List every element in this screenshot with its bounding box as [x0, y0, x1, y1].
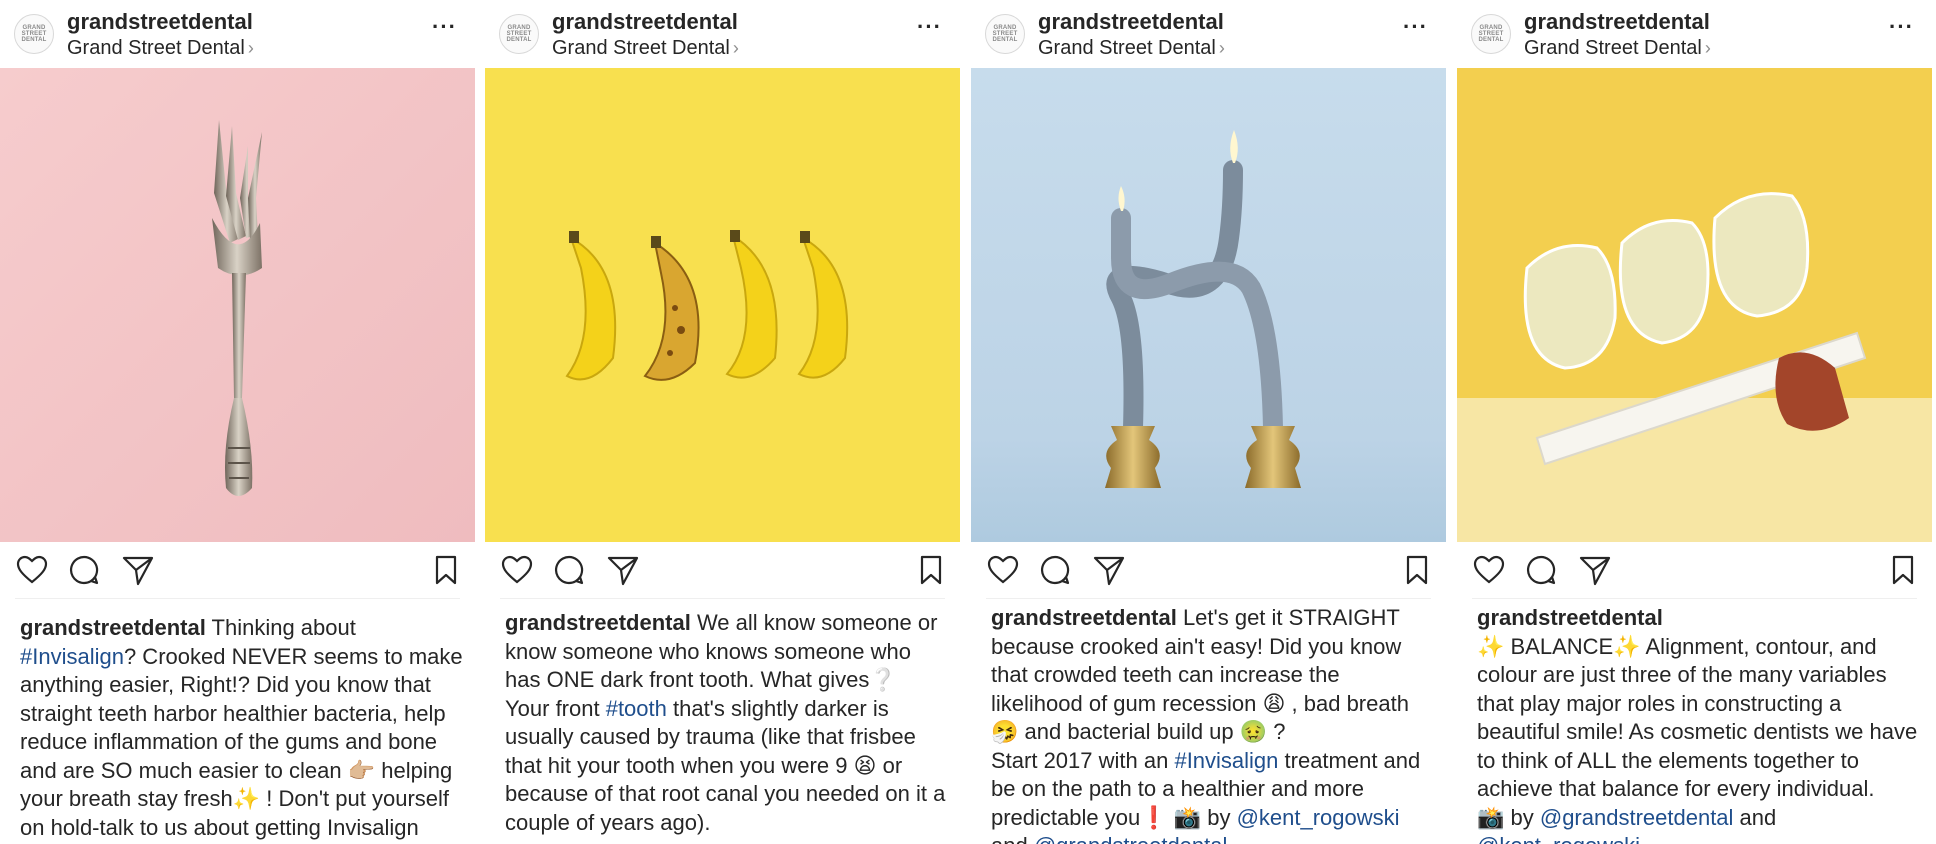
caption-text: Thinking about: [205, 615, 356, 640]
hashtag-link[interactable]: #tooth: [606, 696, 667, 721]
bookmark-icon[interactable]: [1399, 552, 1435, 588]
comment-icon[interactable]: [551, 552, 587, 588]
chevron-right-icon: ›: [1218, 38, 1225, 58]
avatar[interactable]: GRAND STREET DENTAL: [14, 14, 54, 54]
caption-username[interactable]: grandstreetdental: [20, 615, 206, 640]
divider: [1472, 598, 1917, 599]
post-header: GRAND STREET DENTAL grandstreetdental Gr…: [1457, 0, 1932, 68]
post-header: GRAND STREET DENTAL grandstreetdental Gr…: [485, 0, 960, 68]
avatar-logo-text: GRAND STREET DENTAL: [1478, 25, 1504, 43]
hashtag-link[interactable]: #Invisalign: [1174, 748, 1278, 773]
mention-link[interactable]: @kent_rogowski: [1237, 805, 1400, 830]
more-icon[interactable]: ···: [917, 14, 942, 40]
post-header: GRAND STREET DENTAL grandstreetdental Gr…: [971, 0, 1446, 68]
post-3: GRAND STREET DENTAL grandstreetdental Gr…: [971, 0, 1446, 844]
location-label: Grand Street Dental: [1038, 37, 1216, 59]
location-link[interactable]: Grand Street Dental ›: [67, 37, 254, 60]
post-caption: grandstreetdental Let's get it STRAIGHT …: [991, 604, 1436, 844]
location-link[interactable]: Grand Street Dental ›: [552, 37, 739, 60]
share-icon[interactable]: [1577, 552, 1613, 588]
chevron-right-icon: ›: [732, 38, 739, 58]
username[interactable]: grandstreetdental: [552, 9, 738, 35]
avatar-logo-text: GRAND STREET DENTAL: [506, 25, 532, 43]
action-bar: [485, 552, 960, 592]
more-icon[interactable]: ···: [1889, 14, 1914, 40]
avatar[interactable]: GRAND STREET DENTAL: [985, 14, 1025, 54]
location-label: Grand Street Dental: [552, 37, 730, 59]
post-caption: grandstreetdental ✨ BALANCE✨ Alignment, c…: [1477, 604, 1922, 844]
mention-link[interactable]: @kent_rogowski: [1477, 833, 1640, 844]
avatar-logo-text: GRAND STREET DENTAL: [992, 25, 1018, 43]
post-caption: grandstreetdental We all know someone or…: [505, 609, 950, 837]
divider: [500, 598, 945, 599]
caption-username[interactable]: grandstreetdental: [1477, 605, 1663, 630]
caption-text: ✨ BALANCE✨ Alignment, contour, and colou…: [1477, 633, 1918, 802]
location-link[interactable]: Grand Street Dental ›: [1038, 37, 1225, 60]
glasses-photo: [1457, 68, 1932, 542]
post-photo[interactable]: [1457, 68, 1932, 542]
divider: [15, 598, 460, 599]
more-icon[interactable]: ···: [1403, 14, 1428, 40]
post-photo[interactable]: [0, 68, 475, 542]
bookmark-icon[interactable]: [1885, 552, 1921, 588]
location-label: Grand Street Dental: [67, 37, 245, 59]
comment-icon[interactable]: [66, 552, 102, 588]
share-icon[interactable]: [1091, 552, 1127, 588]
share-icon[interactable]: [120, 552, 156, 588]
post-4: GRAND STREET DENTAL grandstreetdental Gr…: [1457, 0, 1932, 844]
post-row: GRAND STREET DENTAL grandstreetdental Gr…: [0, 0, 1936, 844]
action-bar: [0, 552, 475, 592]
divider: [986, 598, 1431, 599]
caption-text: Start 2017 with an: [991, 747, 1175, 773]
caption-text: and: [991, 833, 1034, 844]
heart-icon[interactable]: [1471, 552, 1507, 588]
heart-icon[interactable]: [985, 552, 1021, 588]
heart-icon[interactable]: [499, 552, 535, 588]
candles-photo: [971, 68, 1446, 542]
location-link[interactable]: Grand Street Dental ›: [1524, 37, 1711, 60]
comment-icon[interactable]: [1523, 552, 1559, 588]
caption-text: Your front: [505, 695, 606, 721]
post-photo[interactable]: [971, 68, 1446, 542]
mention-link[interactable]: @grandstreetdental: [1034, 833, 1228, 844]
more-icon[interactable]: ···: [432, 14, 457, 40]
username[interactable]: grandstreetdental: [67, 9, 253, 35]
fork-photo: [0, 68, 475, 542]
username[interactable]: grandstreetdental: [1038, 9, 1224, 35]
bookmark-icon[interactable]: [913, 552, 949, 588]
heart-icon[interactable]: [14, 552, 50, 588]
caption-text: 📸 by: [1477, 804, 1540, 830]
post-2: GRAND STREET DENTAL grandstreetdental Gr…: [485, 0, 960, 844]
avatar-logo-text: GRAND STREET DENTAL: [21, 25, 47, 43]
avatar[interactable]: GRAND STREET DENTAL: [499, 14, 539, 54]
username[interactable]: grandstreetdental: [1524, 9, 1710, 35]
caption-text: ? Crooked NEVER seems to make anything e…: [20, 643, 463, 844]
chevron-right-icon: ›: [247, 38, 254, 58]
mention-link[interactable]: @grandstreetdental: [1540, 805, 1734, 830]
chevron-right-icon: ›: [1704, 38, 1711, 58]
post-header: GRAND STREET DENTAL grandstreetdental Gr…: [0, 0, 475, 68]
avatar[interactable]: GRAND STREET DENTAL: [1471, 14, 1511, 54]
caption-username[interactable]: grandstreetdental: [991, 605, 1177, 630]
post-1: GRAND STREET DENTAL grandstreetdental Gr…: [0, 0, 475, 844]
bookmark-icon[interactable]: [428, 552, 464, 588]
location-label: Grand Street Dental: [1524, 37, 1702, 59]
post-photo[interactable]: [485, 68, 960, 542]
caption-username[interactable]: grandstreetdental: [505, 610, 691, 635]
caption-text: and: [1733, 804, 1777, 830]
share-icon[interactable]: [605, 552, 641, 588]
post-caption: grandstreetdental Thinking about #Invisa…: [20, 614, 465, 844]
action-bar: [971, 552, 1446, 592]
hashtag-link[interactable]: #Invisalign: [20, 644, 124, 669]
action-bar: [1457, 552, 1932, 592]
comment-icon[interactable]: [1037, 552, 1073, 588]
bananas-photo: [485, 68, 960, 542]
